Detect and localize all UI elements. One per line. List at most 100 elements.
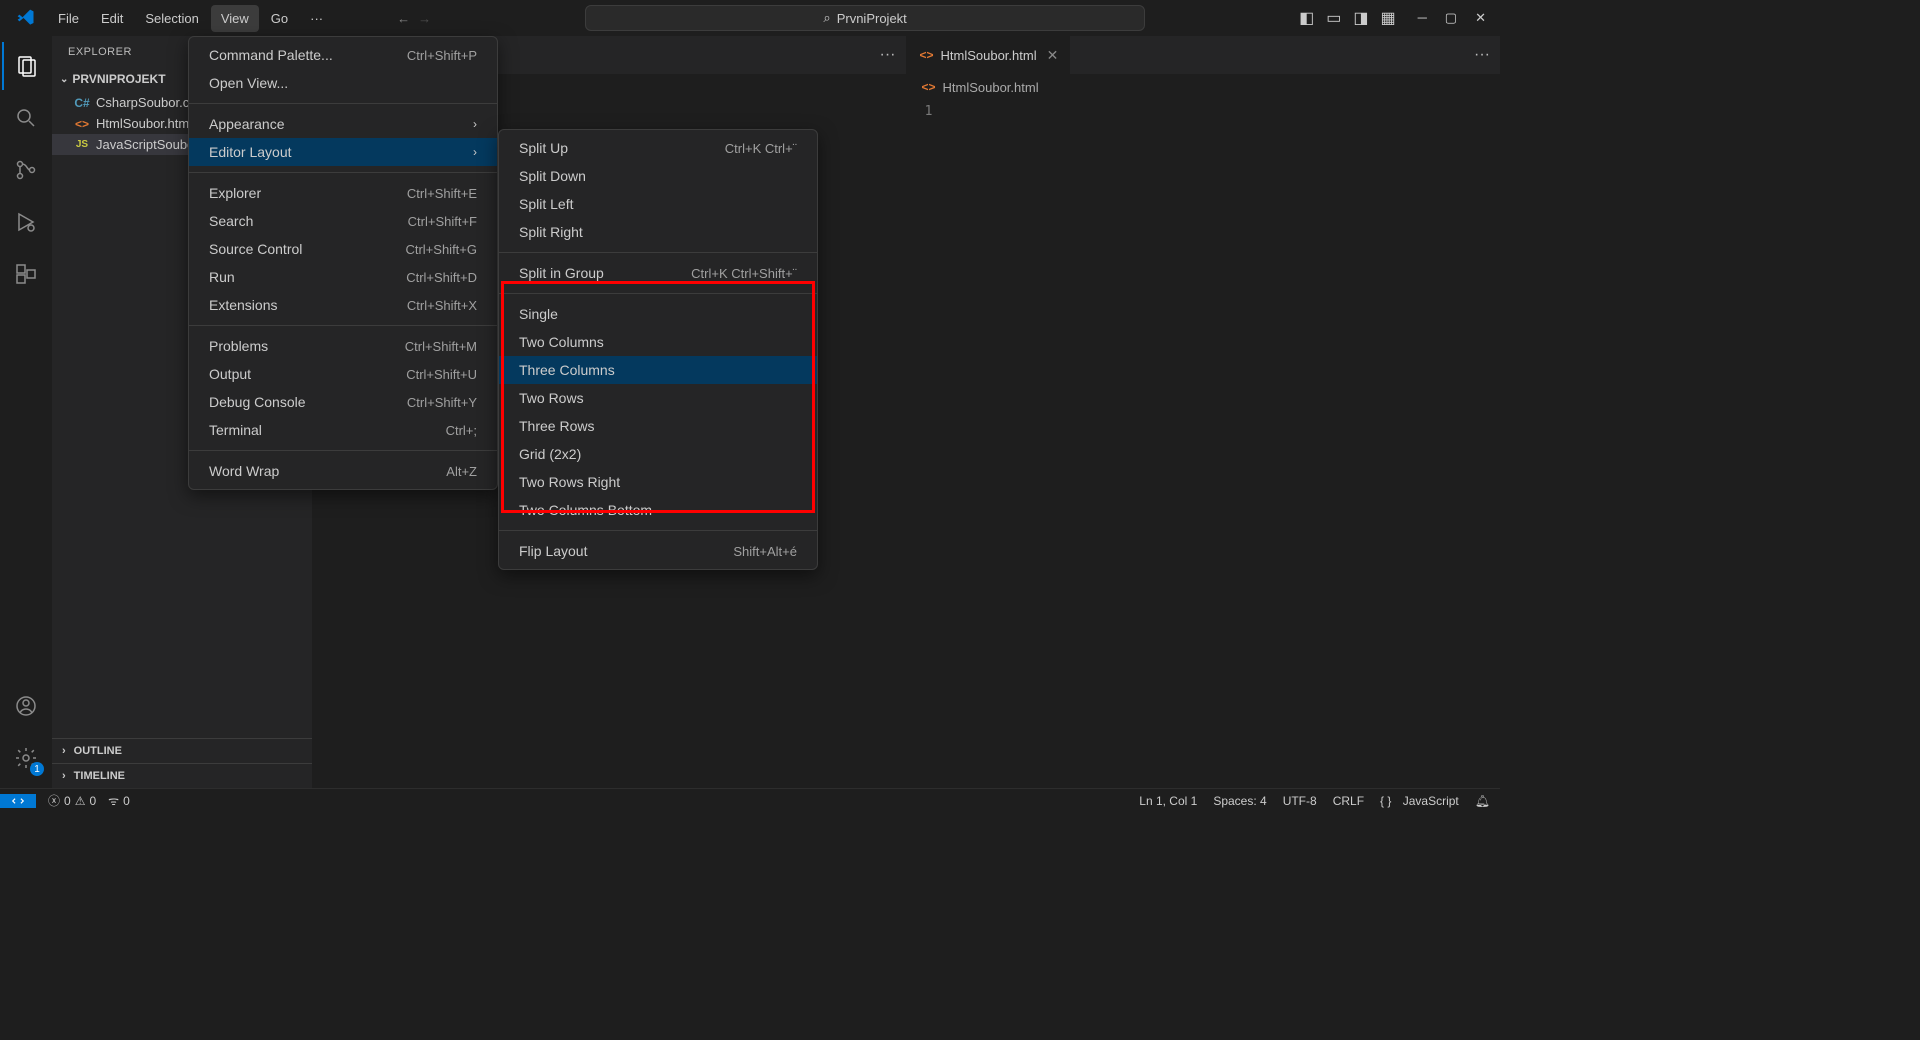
menu-item-label: Output [209,366,251,382]
activity-account[interactable] [2,682,50,730]
menu-file[interactable]: File [48,5,89,32]
menu-item-split-in-group[interactable]: Split in GroupCtrl+K Ctrl+Shift+¨ [499,259,817,287]
menu-item-two-columns-bottom[interactable]: Two Columns Bottom [499,496,817,524]
editor-actions-more[interactable]: ··· [1464,46,1500,64]
menu-shortcut: Ctrl+; [446,423,477,438]
activity-explorer[interactable] [2,42,50,90]
menubar: File Edit Selection View Go ··· [48,5,333,32]
activity-extensions[interactable] [2,250,50,298]
menu-item-split-right[interactable]: Split Right [499,218,817,246]
menu-item-label: Split Down [519,168,586,184]
menu-item-label: Two Rows Right [519,474,620,490]
menu-item-two-rows-right[interactable]: Two Rows Right [499,468,817,496]
menu-item-split-down[interactable]: Split Down [499,162,817,190]
menu-more[interactable]: ··· [300,5,333,32]
menu-item-label: Extensions [209,297,277,313]
status-encoding[interactable]: UTF-8 [1283,794,1317,808]
menu-item-two-rows[interactable]: Two Rows [499,384,817,412]
menu-item-label: Appearance [209,116,285,132]
menu-item-single[interactable]: Single [499,300,817,328]
menu-item-label: Two Columns [519,334,604,350]
menu-item-extensions[interactable]: Extensions Ctrl+Shift+X [189,291,497,319]
menu-shortcut: Ctrl+Shift+E [407,186,477,201]
status-spaces[interactable]: Spaces: 4 [1213,794,1266,808]
breadcrumb[interactable]: <> HtmlSoubor.html [907,74,1501,100]
layout-sidebar-left-icon[interactable]: ◧ [1299,8,1314,28]
menu-shortcut: Ctrl+Shift+Y [407,395,477,410]
status-lncol[interactable]: Ln 1, Col 1 [1139,794,1197,808]
menu-item-two-columns[interactable]: Two Columns [499,328,817,356]
menu-selection[interactable]: Selection [135,5,208,32]
menu-go[interactable]: Go [261,5,298,32]
layout-sidebar-right-icon[interactable]: ◨ [1353,8,1368,28]
close-icon[interactable]: ✕ [1047,47,1059,64]
menu-item-three-columns[interactable]: Three Columns [499,356,817,384]
menu-item-label: Split Right [519,224,583,240]
layout-customize-icon[interactable]: ▦ [1380,8,1395,28]
window-maximize-icon[interactable]: ▢ [1445,10,1457,26]
settings-badge: 1 [30,762,44,776]
menu-item-label: Two Rows [519,390,584,406]
menu-shortcut: Ctrl+K Ctrl+¨ [725,141,797,156]
chevron-down-icon: ⌄ [60,74,68,85]
menu-item-editor-layout[interactable]: Editor Layout› [189,138,497,166]
chevron-right-icon: › [473,145,477,159]
menu-item-problems[interactable]: ProblemsCtrl+Shift+M [189,332,497,360]
status-language[interactable]: { } JavaScript [1380,794,1459,808]
menu-item-grid-2x2-[interactable]: Grid (2x2) [499,440,817,468]
editor-pane-right: <> HtmlSoubor.html ✕ ··· <> HtmlSoubor.h… [906,36,1501,788]
menu-item-label: Command Palette... [209,47,333,63]
status-eol[interactable]: CRLF [1333,794,1364,808]
editor-layout-submenu: Split UpCtrl+K Ctrl+¨ Split Down Split Lef… [498,129,818,570]
menu-item-terminal[interactable]: TerminalCtrl+; [189,416,497,444]
status-problems[interactable]: ⓧ0 ⚠0 [48,792,96,809]
menu-item-split-up[interactable]: Split UpCtrl+K Ctrl+¨ [499,134,817,162]
timeline-section[interactable]: › TIMELINE [52,763,312,788]
menu-shortcut: Ctrl+Shift+D [406,270,477,285]
activity-run[interactable] [2,198,50,246]
menu-shortcut: Ctrl+Shift+X [407,298,477,313]
menu-item-search[interactable]: SearchCtrl+Shift+F [189,207,497,235]
file-name: CsharpSoubor.cs [96,95,196,110]
menu-item-word-wrap[interactable]: Word Wrap Alt+Z [189,457,497,485]
menu-item-source-control[interactable]: Source ControlCtrl+Shift+G [189,235,497,263]
activity-settings[interactable]: 1 [2,734,50,782]
activity-search[interactable] [2,94,50,142]
status-notifications[interactable]: 🔔︎ [1475,794,1490,808]
menu-edit[interactable]: Edit [91,5,133,32]
menu-item-appearance[interactable]: Appearance› [189,110,497,138]
menu-item-debug-console[interactable]: Debug ConsoleCtrl+Shift+Y [189,388,497,416]
outline-section[interactable]: › OUTLINE [52,739,312,763]
menu-item-open-view-[interactable]: Open View... [189,69,497,97]
editor-actions-more[interactable]: ··· [870,46,906,64]
window-close-icon[interactable]: ✕ [1475,10,1486,26]
menu-item-output[interactable]: OutputCtrl+Shift+U [189,360,497,388]
activity-source-control[interactable] [2,146,50,194]
editor-tab[interactable]: <> HtmlSoubor.html ✕ [907,36,1072,74]
menu-item-label: Word Wrap [209,463,279,479]
menu-item-run[interactable]: RunCtrl+Shift+D [189,263,497,291]
menu-item-flip-layout[interactable]: Flip LayoutShift+Alt+é [499,537,817,565]
command-center[interactable]: ⌕ PrvniProjekt [585,5,1145,31]
menu-item-label: Source Control [209,241,302,257]
nav-forward-icon[interactable]: → [418,11,431,26]
menu-item-label: Explorer [209,185,261,201]
breadcrumb-label: HtmlSoubor.html [943,80,1039,95]
menu-shortcut: Ctrl+Shift+F [408,214,477,229]
menu-item-three-rows[interactable]: Three Rows [499,412,817,440]
menu-item-command-palette-[interactable]: Command Palette...Ctrl+Shift+P [189,41,497,69]
timeline-label: TIMELINE [74,770,125,782]
layout-panel-icon[interactable]: ▭ [1326,8,1341,28]
window-minimize-icon[interactable]: ─ [1418,10,1427,26]
menu-view[interactable]: View [211,5,259,32]
remote-indicator[interactable] [0,794,36,808]
nav-back-icon[interactable]: ← [397,11,410,26]
menu-item-split-left[interactable]: Split Left [499,190,817,218]
menu-item-label: Open View... [209,75,288,91]
view-context-menu: Command Palette...Ctrl+Shift+P Open View.… [188,36,498,490]
menu-shortcut: Alt+Z [446,464,477,479]
outline-label: OUTLINE [74,745,122,757]
menu-item-label: Flip Layout [519,543,587,559]
status-ports[interactable]: ᯤ0 [108,792,130,809]
menu-item-explorer[interactable]: Explorer Ctrl+Shift+E [189,179,497,207]
